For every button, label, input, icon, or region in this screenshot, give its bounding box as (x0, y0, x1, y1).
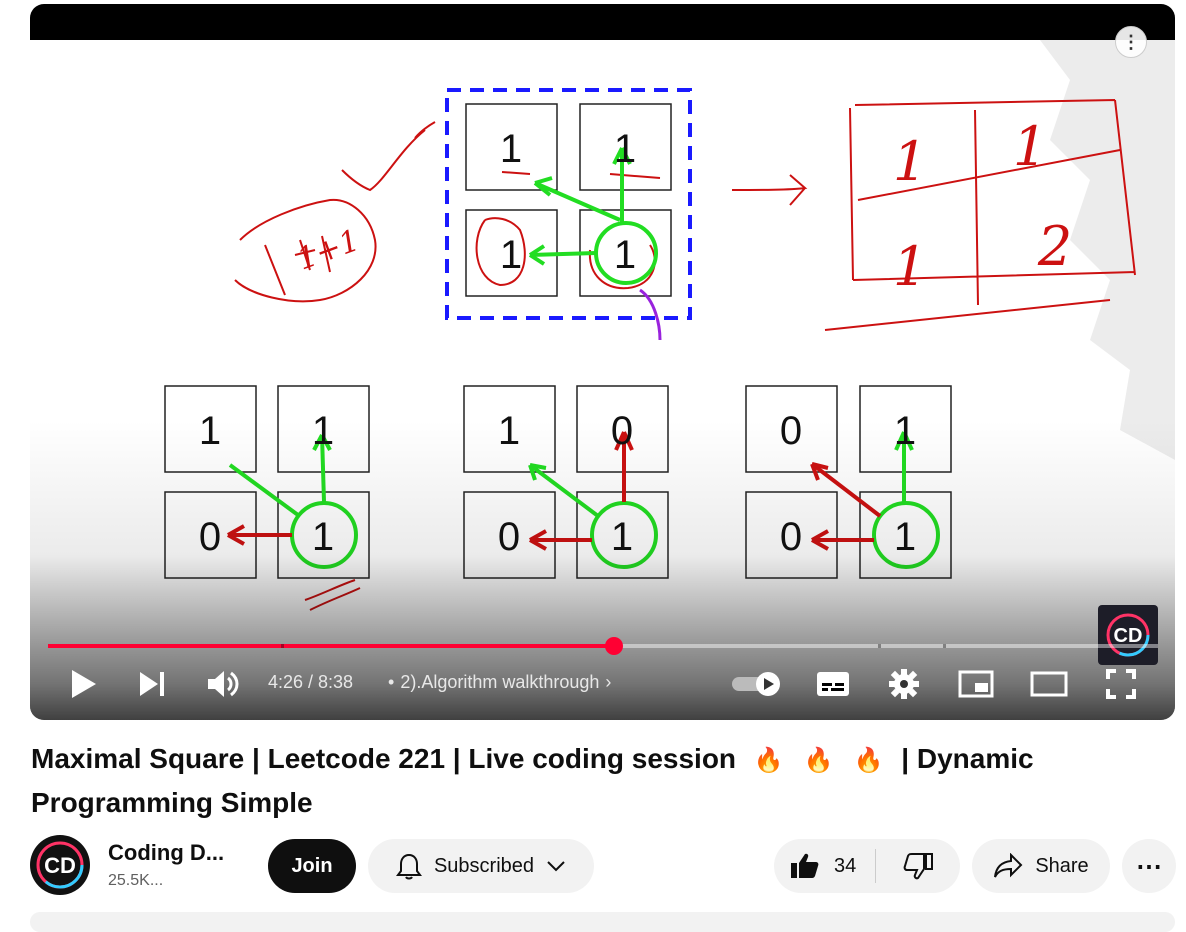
top-cell-0: 1 (500, 127, 522, 171)
drawn-cell-2: 1 (893, 235, 927, 298)
autoplay-toggle-icon (732, 672, 780, 696)
fire-icon: 🔥 (803, 747, 834, 774)
more-actions-button[interactable]: ⋯ (1122, 839, 1176, 893)
subscribed-label: Subscribed (433, 854, 535, 877)
fullscreen-icon (1106, 669, 1136, 699)
video-title: Maximal Square | Leetcode 221 | Live cod… (31, 738, 1061, 824)
channel-name[interactable]: Coding D... (108, 840, 224, 866)
thumbs-down-icon (903, 853, 934, 880)
like-dislike-group: 34 (774, 839, 960, 893)
time-display: 4:26 / 8:38 (268, 672, 354, 692)
fullscreen-button[interactable] (1106, 664, 1136, 704)
captions-button[interactable] (816, 664, 850, 704)
join-button[interactable]: Join (268, 839, 356, 893)
video-info-icon[interactable]: ⋮ (1115, 26, 1147, 58)
thumbs-up-icon (791, 853, 819, 878)
miniplayer-icon (958, 670, 994, 698)
play-button[interactable] (68, 664, 98, 704)
chapter-title[interactable]: • 2).Algorithm walkthrough › (388, 672, 611, 693)
dislike-button[interactable] (876, 839, 960, 893)
progress-played (48, 644, 615, 648)
share-icon (994, 853, 1023, 878)
progress-bar[interactable] (48, 637, 1158, 655)
cd-logo-icon: CD (1106, 613, 1150, 657)
chapter-dot: • (388, 672, 395, 692)
drawn-cell-0: 1 (893, 130, 927, 193)
share-button[interactable]: Share (972, 839, 1110, 893)
captions-icon (817, 672, 849, 696)
chapter-marker (943, 644, 946, 648)
like-count: 34 (834, 854, 857, 877)
bell-icon (395, 853, 422, 880)
chapter-label: 2).Algorithm walkthrough (400, 672, 600, 692)
chevron-down-icon (547, 861, 565, 872)
cd-logo-icon: CD (36, 841, 84, 889)
skip-next-icon (140, 672, 164, 696)
autoplay-toggle[interactable] (730, 664, 784, 704)
next-button[interactable] (138, 664, 168, 704)
volume-icon (208, 671, 239, 697)
theater-icon (1030, 671, 1068, 697)
top-cell-1: 1 (614, 127, 636, 171)
share-label: Share (1035, 854, 1089, 877)
subscriber-count: 25.5K... (108, 872, 164, 889)
top-cell-3: 1 (614, 233, 636, 277)
play-icon (72, 670, 96, 698)
subscribed-button[interactable]: Subscribed (368, 839, 594, 893)
miniplayer-button[interactable] (958, 664, 994, 704)
video-frame[interactable]: 1 1 1 1 1 1 0 1 1 0 0 1 0 1 0 1 1 1 (30, 40, 1175, 720)
description-box[interactable] (30, 912, 1175, 932)
chapter-marker (281, 644, 284, 648)
progress-scrubber[interactable] (605, 637, 624, 655)
theater-mode-button[interactable] (1030, 664, 1068, 704)
svg-text:CD: CD (44, 853, 76, 878)
more-horiz-icon: ⋯ (1136, 850, 1162, 881)
video-player[interactable]: 1 1 1 1 1 1 0 1 1 0 0 1 0 1 0 1 1 1 (30, 4, 1175, 720)
chapter-marker (878, 644, 881, 648)
fire-icon: 🔥 (753, 747, 784, 774)
drawn-cell-3: 2 (1037, 215, 1072, 278)
chevron-right-icon: › (605, 672, 612, 692)
channel-watermark[interactable]: CD (1098, 605, 1158, 665)
volume-button[interactable] (206, 664, 242, 704)
drawn-cell-1: 1 (1013, 115, 1047, 178)
gear-icon (889, 669, 919, 699)
like-button[interactable]: 34 (774, 839, 875, 893)
video-title-text: Maximal Square | Leetcode 221 | Live cod… (31, 743, 737, 774)
settings-button[interactable] (888, 664, 920, 704)
fire-icon: 🔥 (853, 747, 884, 774)
top-cell-2: 1 (500, 233, 522, 277)
channel-avatar[interactable]: CD (30, 835, 90, 895)
